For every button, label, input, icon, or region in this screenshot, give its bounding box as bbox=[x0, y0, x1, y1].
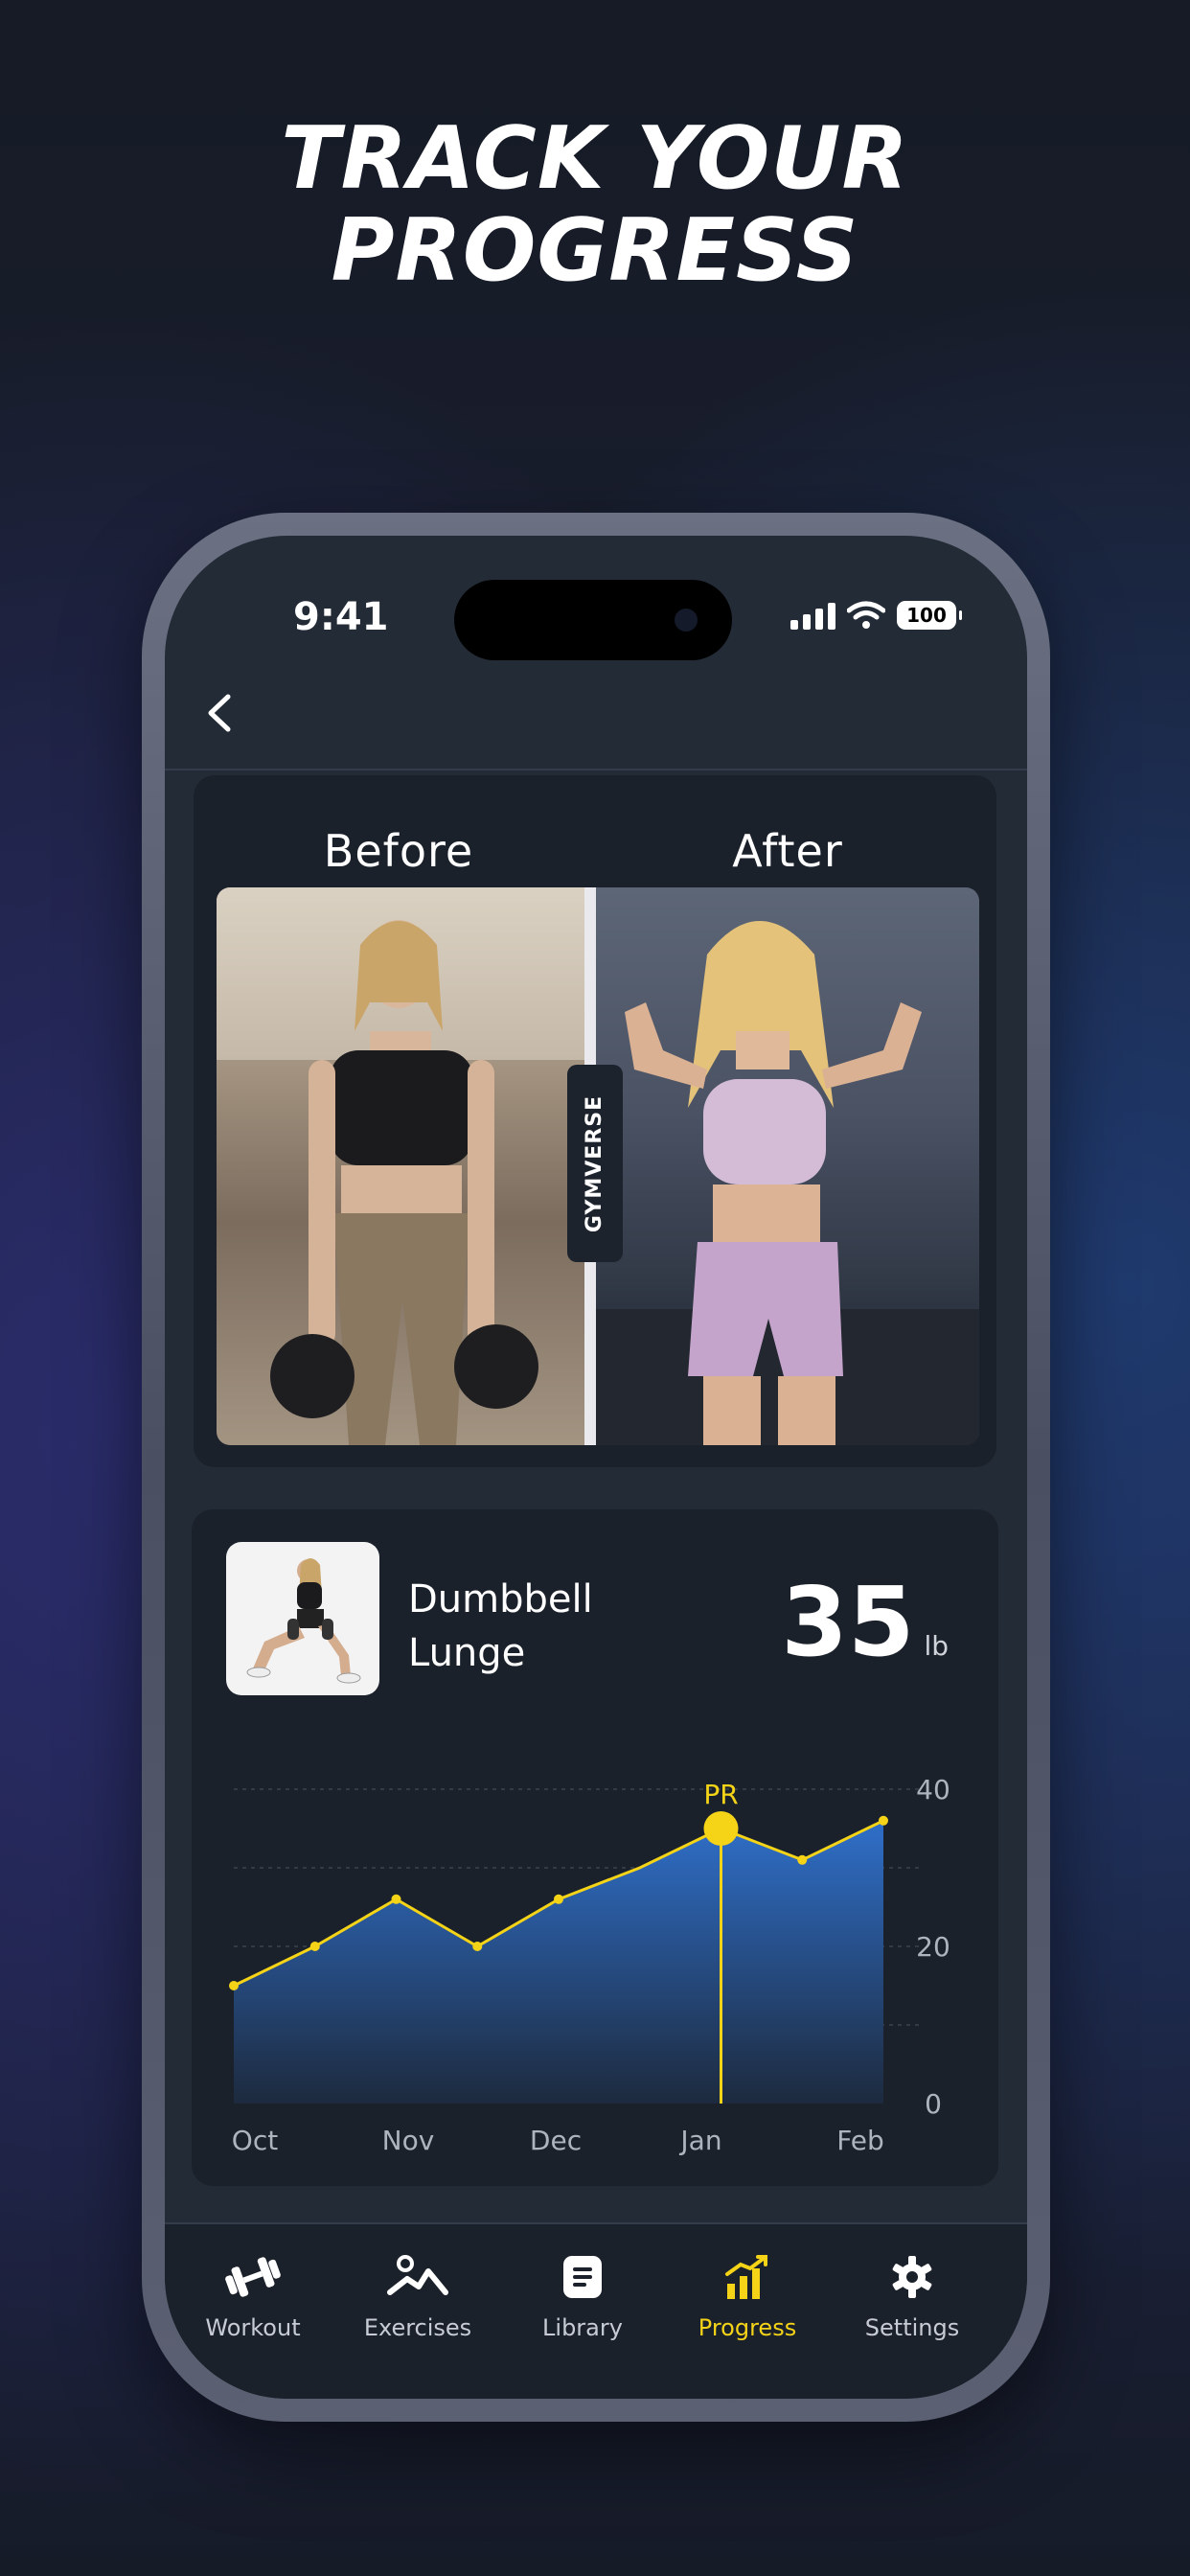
library-icon bbox=[563, 2256, 602, 2298]
tab-progress[interactable]: Progress bbox=[665, 2247, 830, 2341]
x-tick-label: Nov bbox=[382, 2125, 435, 2156]
data-point bbox=[391, 1894, 401, 1904]
header-divider bbox=[165, 769, 1027, 770]
exercises-icon bbox=[387, 2255, 448, 2295]
tab-exercises-label: Exercises bbox=[363, 2314, 472, 2341]
data-point bbox=[797, 1854, 808, 1865]
x-tick-label: Dec bbox=[530, 2125, 582, 2156]
dynamic-island bbox=[454, 580, 732, 660]
exercise-name: Dumbbell Lunge bbox=[408, 1573, 696, 1680]
tab-progress-label: Progress bbox=[698, 2314, 797, 2341]
headline-line1: TRACK YOUR bbox=[281, 108, 909, 209]
camera-icon bbox=[675, 609, 698, 632]
phone-frame: 9:41 100 Before After GYMVERSE Dumbbell … bbox=[142, 513, 1050, 2422]
y-tick-label: 0 bbox=[925, 2088, 942, 2120]
tab-bar: Workout Exercises Library Progress Setti… bbox=[165, 2222, 1027, 2399]
exercise-weight: 35 lb bbox=[781, 1575, 949, 1670]
weight-unit: lb bbox=[924, 1630, 949, 1662]
data-point bbox=[472, 1942, 483, 1951]
tab-library[interactable]: Library bbox=[500, 2247, 665, 2341]
before-photo bbox=[217, 887, 584, 1445]
tab-workout-label: Workout bbox=[205, 2314, 301, 2341]
data-point bbox=[554, 1894, 563, 1904]
back-chevron-icon[interactable] bbox=[186, 679, 253, 747]
progress-chart-icon bbox=[725, 2255, 767, 2299]
gear-icon bbox=[892, 2256, 932, 2298]
data-point bbox=[229, 1981, 239, 1990]
headline-line2: PROGRESS bbox=[331, 200, 859, 301]
pr-label: PR bbox=[703, 1779, 738, 1810]
x-tick-label: Jan bbox=[678, 2125, 721, 2156]
data-point bbox=[309, 1942, 320, 1951]
tab-settings-label: Settings bbox=[864, 2314, 960, 2341]
brand-badge: GYMVERSE bbox=[567, 1065, 623, 1262]
exercise-name-line2: Lunge bbox=[408, 1631, 526, 1675]
pr-point bbox=[703, 1811, 739, 1846]
exercise-progress-card[interactable]: Dumbbell Lunge 35 lb PR 40 20 0 Oct Nov … bbox=[192, 1509, 998, 2186]
y-tick-label: 20 bbox=[916, 1931, 950, 1963]
exercise-thumbnail bbox=[226, 1542, 379, 1695]
dumbbell-icon bbox=[225, 2257, 281, 2297]
x-tick-label: Oct bbox=[232, 2125, 278, 2156]
x-tick-label: Feb bbox=[836, 2125, 884, 2156]
exercise-name-line1: Dumbbell bbox=[408, 1577, 593, 1622]
y-tick-label: 40 bbox=[916, 1774, 950, 1806]
progress-chart[interactable]: PR 40 20 0 Oct Nov Dec Jan Feb bbox=[192, 1730, 998, 2171]
phone-screen: 9:41 100 Before After GYMVERSE Dumbbell … bbox=[165, 536, 1027, 2399]
signal-icon bbox=[790, 601, 835, 630]
before-label: Before bbox=[323, 825, 474, 877]
status-time: 9:41 bbox=[293, 595, 389, 639]
chart-area bbox=[234, 1820, 883, 2104]
after-label: After bbox=[732, 825, 843, 877]
tab-library-label: Library bbox=[542, 2314, 623, 2341]
before-after-card: Before After GYMVERSE bbox=[194, 775, 996, 1467]
tab-settings[interactable]: Settings bbox=[830, 2247, 995, 2341]
battery-icon: 100 bbox=[897, 601, 962, 630]
data-point bbox=[879, 1815, 888, 1826]
headline: TRACK YOUR PROGRESS bbox=[0, 113, 1190, 297]
wifi-icon bbox=[847, 601, 885, 629]
status-icons: 100 bbox=[790, 601, 962, 630]
tab-exercises[interactable]: Exercises bbox=[335, 2247, 500, 2341]
brand-name: GYMVERSE bbox=[583, 1094, 607, 1232]
tab-workout[interactable]: Workout bbox=[171, 2247, 335, 2341]
weight-value: 35 bbox=[781, 1566, 915, 1678]
after-photo bbox=[596, 887, 979, 1445]
